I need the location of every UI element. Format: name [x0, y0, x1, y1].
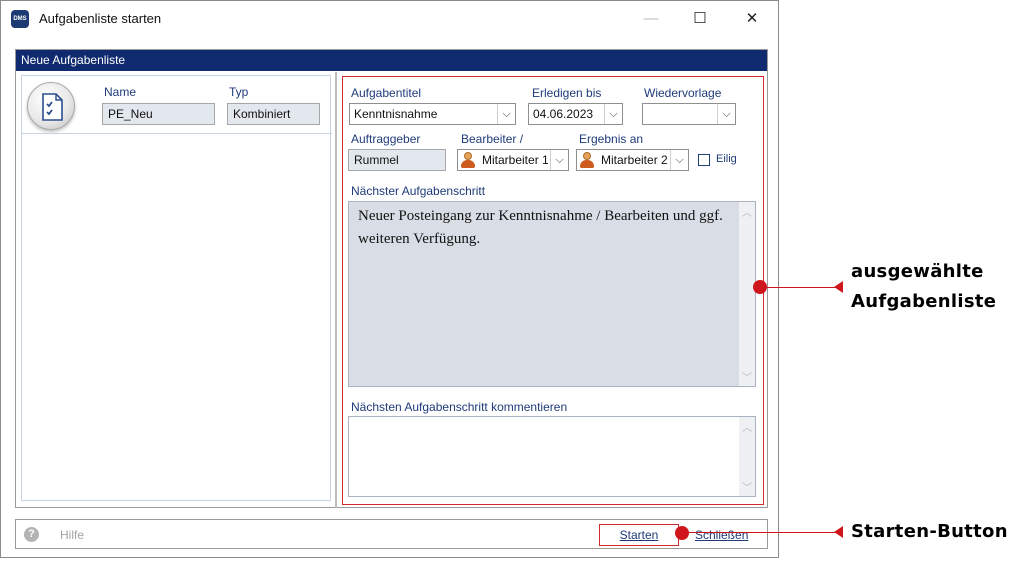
type-field[interactable]: Kombiniert — [227, 103, 320, 125]
name-label: Name — [104, 85, 137, 99]
callout-dot-start — [675, 526, 689, 540]
help-link[interactable]: Hilfe — [60, 528, 84, 542]
type-label: Typ — [229, 85, 249, 99]
pane-separator[interactable] — [335, 72, 337, 508]
callout-arrow-list — [834, 281, 843, 293]
callout-line-start — [684, 532, 840, 533]
start-button[interactable]: Starten — [599, 524, 679, 546]
panel-header: Neue Aufgabenliste — [16, 50, 767, 71]
callout-text-list-line1: ausgewählte — [851, 261, 984, 282]
window-title: Aufgabenliste starten — [39, 11, 162, 26]
close-button[interactable]: Schließen — [695, 528, 748, 542]
checklist-document-icon — [27, 82, 75, 130]
help-icon[interactable]: ? — [24, 527, 39, 542]
close-window-button[interactable]: ✕ — [732, 5, 772, 33]
selected-list-highlight — [342, 76, 764, 505]
checklist-icon — [42, 93, 63, 121]
callout-text-start: Starten-Button — [851, 521, 1008, 542]
callout-line-list — [762, 287, 840, 288]
minimize-button[interactable]: — — [631, 5, 671, 33]
footer-bar: ? Hilfe Starten Schließen — [15, 519, 768, 549]
app-icon: DMS — [11, 10, 29, 28]
callout-text-list-line2: Aufgabenliste — [851, 291, 997, 312]
callout-arrow-start — [834, 526, 843, 538]
title-bar[interactable]: DMS Aufgabenliste starten — ☐ ✕ — [1, 1, 778, 37]
name-field[interactable]: PE_Neu — [102, 103, 215, 125]
list-divider — [22, 133, 332, 134]
dialog-window: DMS Aufgabenliste starten — ☐ ✕ Neue Auf… — [0, 0, 779, 558]
maximize-button[interactable]: ☐ — [680, 5, 720, 33]
task-list-pane: Name PE_Neu Typ Kombiniert — [21, 75, 332, 501]
